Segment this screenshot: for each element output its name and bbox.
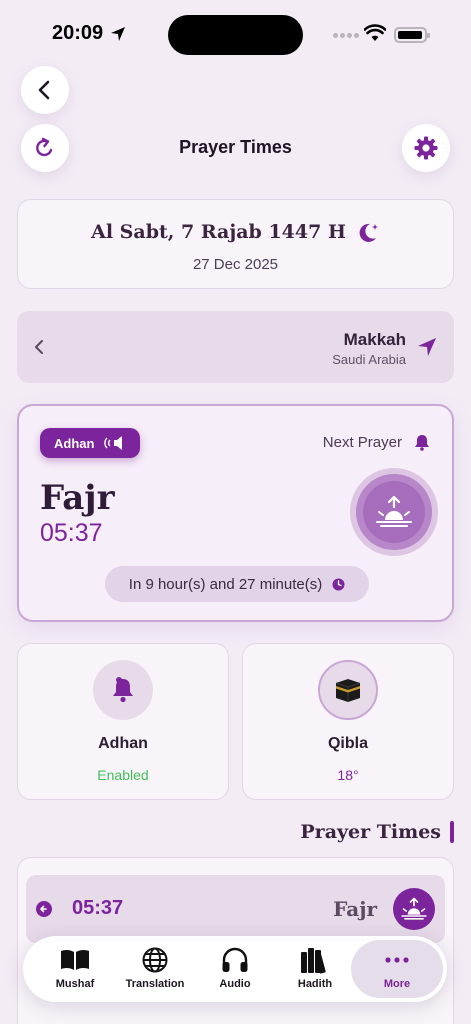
chevron-left-icon[interactable] (34, 340, 44, 354)
status-time: 20:09 (52, 22, 104, 44)
next-prayer-name: Fajr (40, 478, 115, 518)
books-icon (301, 948, 326, 974)
adhan-tile-title: Adhan (98, 735, 148, 752)
kaaba-icon (335, 679, 361, 702)
chevron-left-icon (38, 80, 50, 100)
date-card: Al Sabt, 7 Rajab 1447 H 27 Dec 2025 (17, 199, 454, 289)
adhan-tile[interactable]: Adhan Enabled (17, 643, 229, 800)
prayer-row-fajr[interactable]: 05:37 Fajr (26, 875, 445, 943)
globe-icon (142, 947, 168, 973)
signal-icon (333, 33, 359, 39)
headphones-icon (222, 947, 248, 972)
sunrise-icon (376, 495, 412, 527)
hijri-date: Al Sabt, 7 Rajab 1447 H (91, 221, 346, 243)
section-title: Prayer Times (300, 821, 441, 843)
adhan-badge[interactable]: Adhan (40, 428, 141, 458)
bell-ring-icon (113, 677, 133, 703)
settings-button[interactable] (402, 124, 450, 172)
next-prayer-label: Next Prayer (322, 434, 402, 451)
gregorian-date: 27 Dec 2025 (192, 256, 279, 273)
qibla-direction: 18° (337, 767, 359, 783)
sunrise-icon (393, 888, 435, 930)
sunrise-badge (356, 474, 432, 550)
tab-label: Hadith (297, 978, 333, 990)
tab-audio[interactable]: Audio (193, 936, 277, 1002)
qibla-tile-title: Qibla (327, 735, 368, 752)
more-icon (385, 957, 409, 963)
status-bar: 20:09 (0, 0, 471, 66)
tab-more[interactable]: More (351, 940, 443, 998)
next-prayer-time: 05:37 (40, 519, 103, 547)
arrow-left-circle-icon (36, 901, 52, 917)
back-button[interactable] (21, 66, 69, 114)
adhan-badge-label: Adhan (54, 435, 95, 451)
dynamic-island (168, 15, 303, 55)
tab-label: Translation (125, 978, 185, 990)
gear-icon (414, 136, 438, 160)
adhan-status: Enabled (97, 767, 149, 783)
location-arrow-icon[interactable] (417, 337, 437, 357)
countdown-pill: In 9 hour(s) and 27 minute(s) (105, 566, 369, 602)
battery-icon (394, 27, 430, 43)
qibla-tile-icon-bg (318, 660, 378, 720)
prayer-row-time: 05:37 (72, 897, 124, 919)
city-name: Makkah (343, 330, 406, 349)
tab-hadith[interactable]: Hadith (273, 936, 357, 1002)
prayer-row-name: Fajr (333, 897, 377, 921)
location-arrow-icon (111, 27, 125, 41)
tab-label: More (383, 978, 411, 990)
adhan-tile-icon-bg (93, 660, 153, 720)
book-icon (61, 949, 89, 970)
section-accent-bar (450, 821, 454, 843)
location-selector[interactable]: Makkah Saudi Arabia (17, 311, 454, 383)
tab-bar: Mushaf Translation Audio Hadith More (23, 936, 447, 1002)
tab-translation[interactable]: Translation (113, 936, 197, 1002)
bell-icon (415, 435, 429, 451)
clock-icon (332, 578, 345, 590)
crescent-star-icon (359, 223, 378, 242)
qibla-tile[interactable]: Qibla 18° (242, 643, 454, 800)
next-prayer-card: Adhan Next Prayer Fajr 05:37 In 9 hour(s… (17, 404, 454, 622)
tab-label: Mushaf (55, 978, 95, 990)
country-name: Saudi Arabia (332, 352, 406, 367)
tab-label: Audio (219, 978, 251, 990)
page-title: Prayer Times (179, 137, 292, 157)
wifi-icon (364, 24, 386, 41)
countdown-text: In 9 hour(s) and 27 minute(s) (128, 575, 323, 593)
tab-mushaf[interactable]: Mushaf (33, 936, 117, 1002)
speaker-sound-icon (104, 436, 123, 450)
